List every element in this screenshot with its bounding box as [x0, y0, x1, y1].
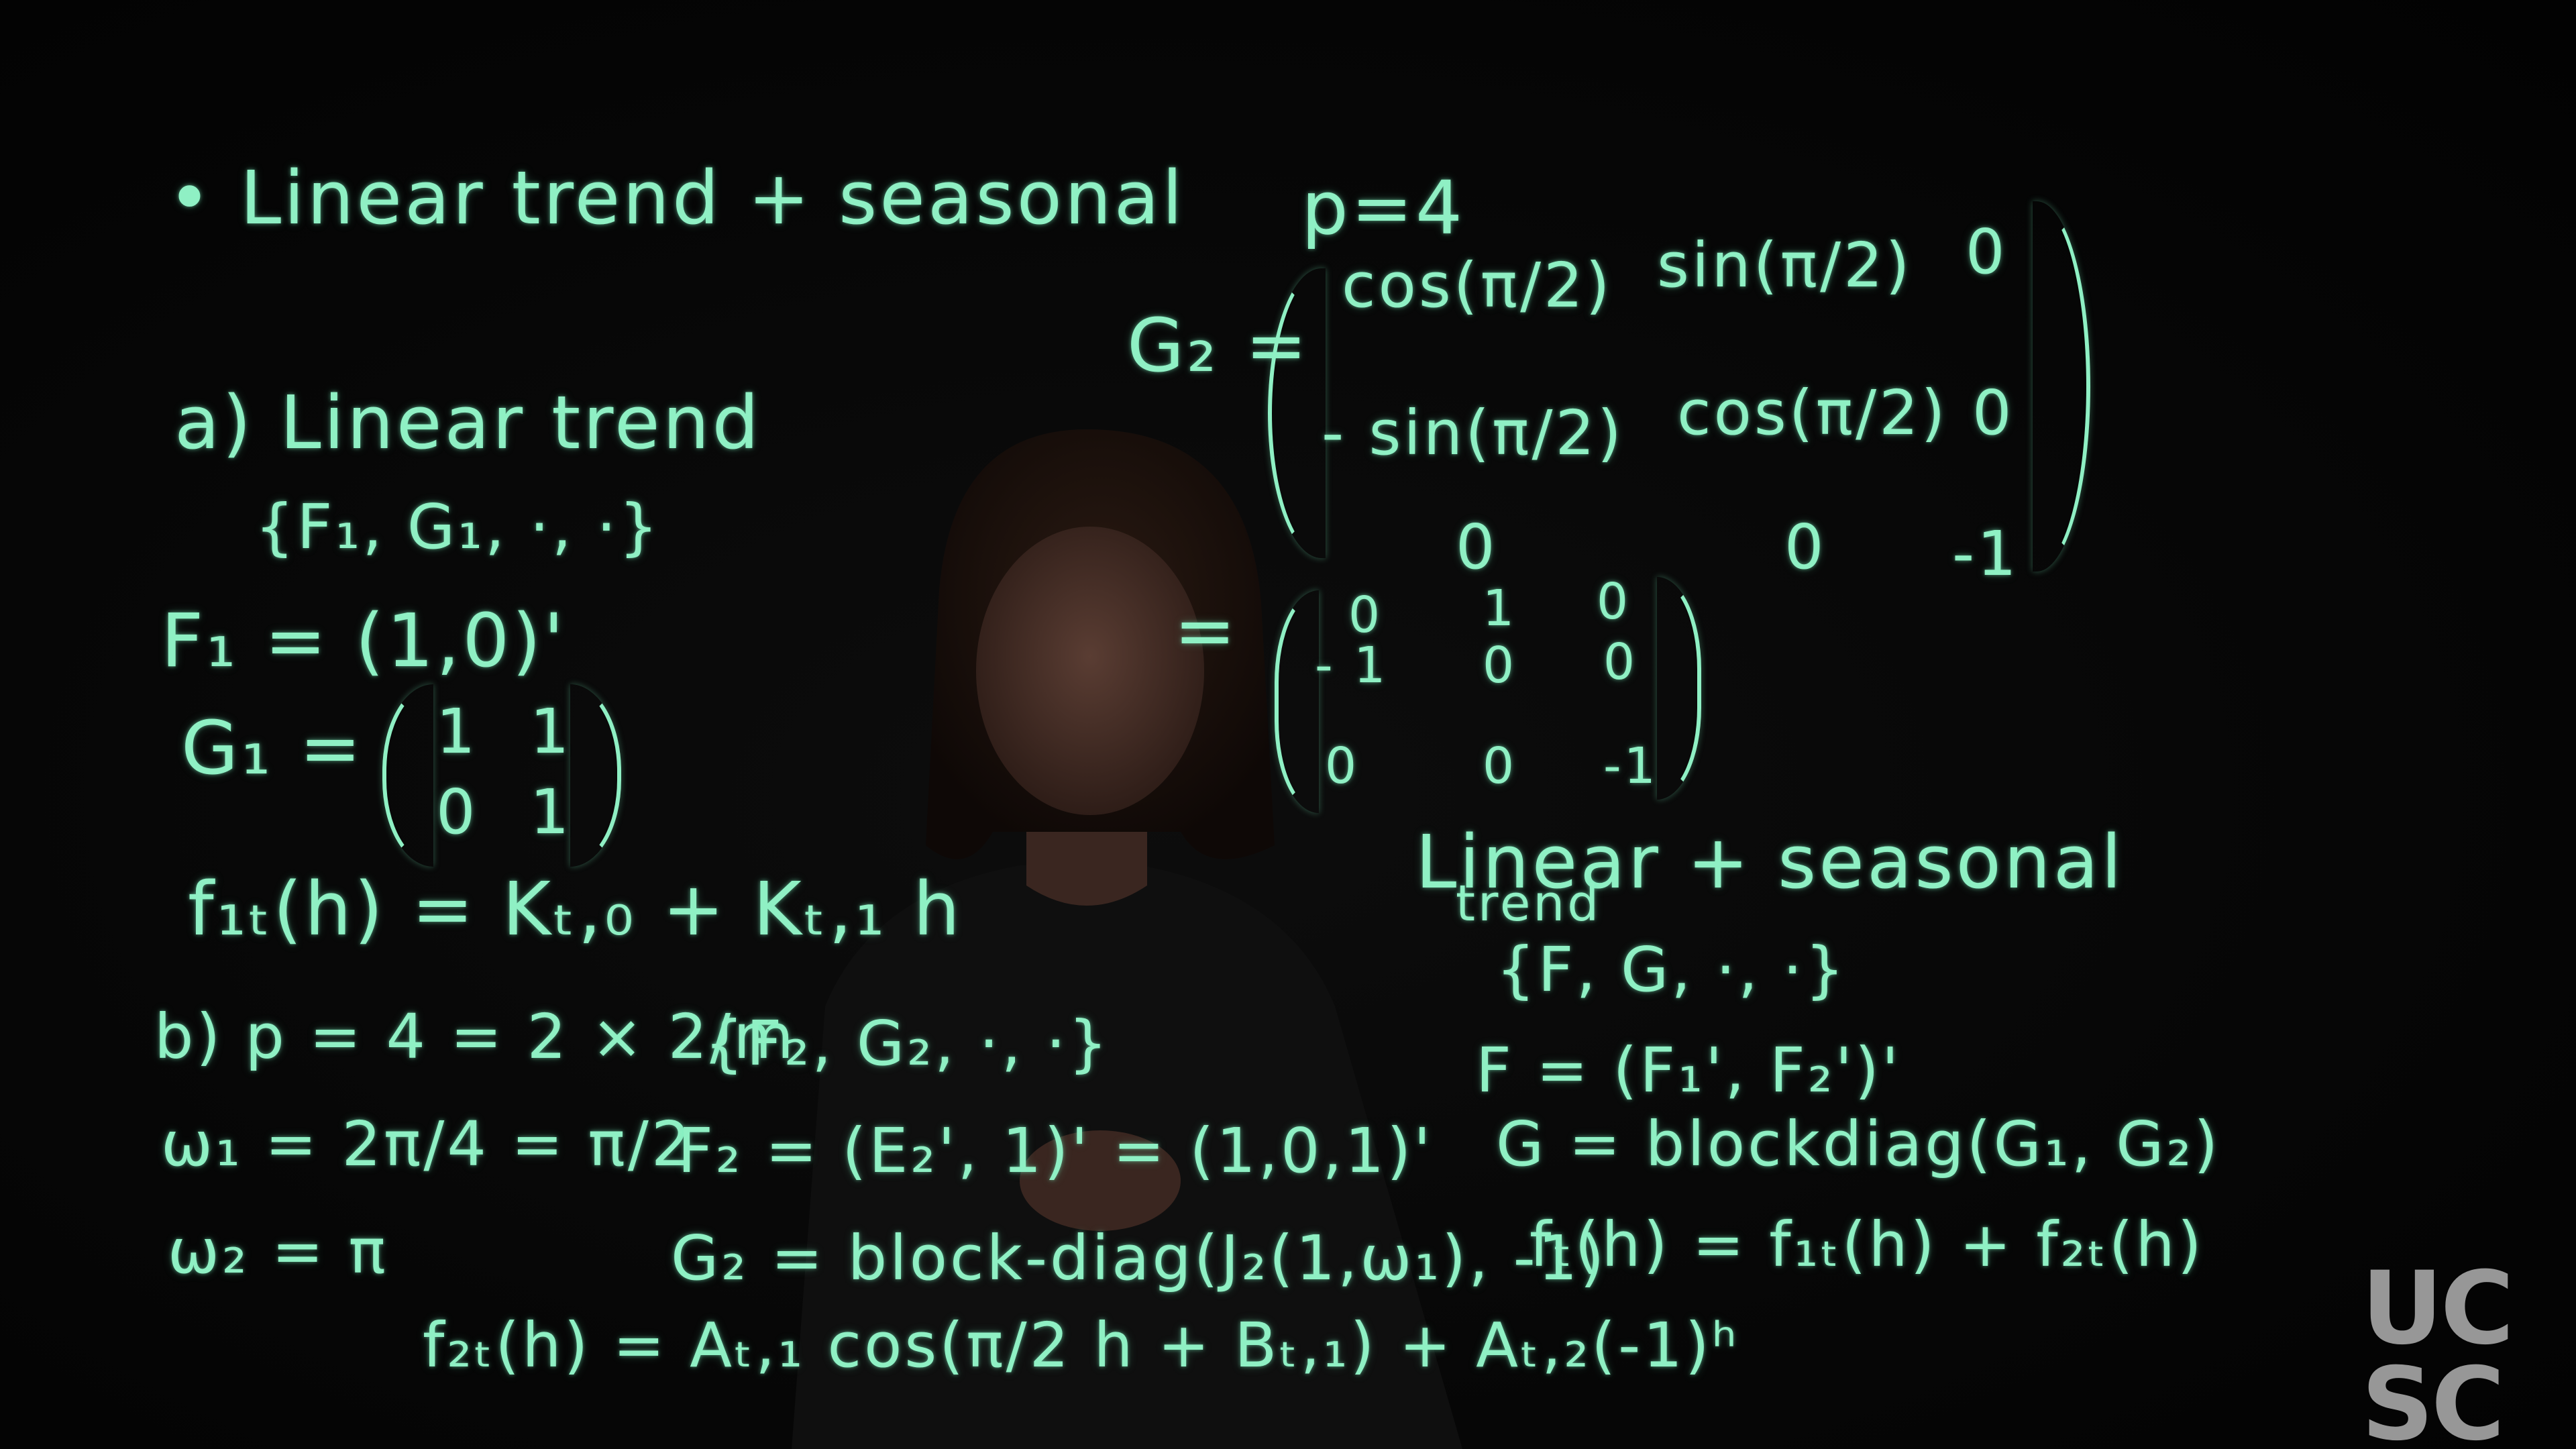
ft-combined: fₜ(h) = f₁ₜ(h) + f₂ₜ(h)	[1529, 1209, 2204, 1281]
G2-numeric-32: 0	[1483, 737, 1517, 795]
F-combined: F = (F₁', F₂')'	[1476, 1034, 1902, 1106]
combined-title-trend: trend	[1456, 875, 1602, 932]
G2-numeric-left-paren	[1275, 590, 1319, 813]
G2-cell-22: cos(π/2)	[1677, 377, 1948, 449]
combined-set: {F, G, ·, ·}	[1496, 934, 1847, 1006]
section-b-label: b) p = 4 = 2 × 2/m	[154, 1001, 796, 1073]
G1-cell-21: 0	[436, 776, 478, 848]
section-a-set: {F₁, G₁, ·, ·}	[255, 491, 661, 563]
G2-cell-31: 0	[1456, 511, 1498, 583]
G1-lhs: G₁ =	[181, 705, 364, 791]
omega2-equation: ω₂ = π	[168, 1216, 388, 1287]
section-b-set: {F₂, G₂, ·, ·}	[704, 1008, 1110, 1079]
G2-numeric-12: 1	[1483, 580, 1517, 637]
omega1-equation: ω₁ = 2π/4 = π/2	[161, 1108, 694, 1180]
F2-definition: F₂ = (E₂', 1)' = (1,0,1)'	[678, 1115, 1434, 1187]
G2-cell-23: 0	[1972, 377, 2015, 449]
G2-numeric-22: 0	[1483, 637, 1517, 694]
section-a-label: a) Linear trend	[174, 380, 762, 466]
G2-equals-sign: =	[1174, 588, 1239, 674]
G1-right-paren	[570, 684, 621, 867]
G2-numeric-11: 0	[1348, 586, 1383, 644]
G1-left-paren	[382, 684, 433, 867]
G1-cell-22: 1	[530, 776, 572, 848]
G2-numeric-13: 0	[1597, 573, 1631, 631]
title-linear-trend-seasonal: • Linear trend + seasonal	[168, 155, 1185, 241]
logo-line-2: SC	[2361, 1346, 2505, 1449]
G2-numeric-right-paren	[1657, 577, 1701, 800]
G2-cell-32: 0	[1784, 511, 1827, 583]
G2-numeric-21: - 1	[1315, 637, 1389, 694]
G2-right-paren	[2033, 201, 2090, 572]
G2-numeric-23: 0	[1603, 633, 1638, 691]
lightboard-video-frame: • Linear trend + seasonal p=4 a) Linear …	[0, 0, 2576, 1449]
G2-cell-33: -1	[1952, 518, 2019, 590]
f1t-equation: f₁ₜ(h) = Kₜ,₀ + Kₜ,₁ h	[188, 866, 963, 952]
G2-numeric-31: 0	[1325, 737, 1360, 795]
logo-line-1: UC	[2361, 1250, 2514, 1367]
G2-cell-13: 0	[1966, 216, 2008, 288]
F1-definition: F₁ = (1,0)'	[161, 598, 567, 684]
G2-numeric-33: -1	[1603, 737, 1658, 795]
G-combined: G = blockdiag(G₁, G₂)	[1496, 1108, 2221, 1180]
G2-blockdiag: G₂ = block-diag(J₂(1,ω₁), -1)	[671, 1222, 1607, 1294]
f2t-equation: f₂ₜ(h) = Aₜ,₁ cos(π/2 h + Bₜ,₁) + Aₜ,₂(-…	[423, 1309, 1739, 1381]
G1-cell-11: 1	[436, 696, 478, 767]
G2-cell-21: - sin(π/2)	[1322, 397, 1624, 469]
period-label: p=4	[1301, 165, 1465, 251]
G2-cell-11: cos(π/2)	[1342, 250, 1613, 321]
ucsc-logo: UC SC	[2361, 1250, 2522, 1449]
G2-cell-12: sin(π/2)	[1657, 229, 1913, 301]
G1-cell-12: 1	[530, 696, 572, 767]
